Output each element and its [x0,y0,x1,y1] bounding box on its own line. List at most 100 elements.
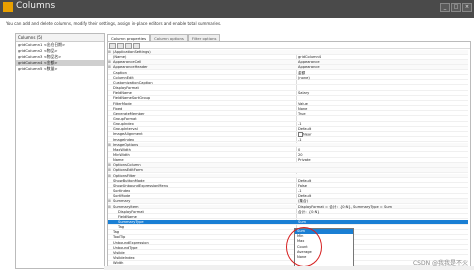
property-row[interactable]: CustomizationCaption [108,81,468,86]
property-row[interactable]: (Name) gridColumn4 [108,55,468,60]
property-value[interactable]: -1 [298,138,466,142]
property-row[interactable]: MinWidth 20 [108,153,468,158]
property-row[interactable]: SortMode Default [108,194,468,199]
property-row[interactable]: ⊞ ImageOptions [108,142,468,148]
property-row[interactable]: FieldName Salary [108,91,468,96]
watermark: CSDN @我我是不火 [412,260,468,267]
property-value[interactable]: True [298,112,466,116]
property-row[interactable]: FieldName [108,215,468,220]
property-name: ColumnEdit [108,76,296,80]
property-row[interactable]: DisplayFormat 合计：{0:N} [108,210,468,215]
property-value[interactable]: 0 [298,148,466,152]
property-row[interactable]: SortIndex -1 [108,189,468,194]
list-item[interactable]: gridColumn5 <数量> [16,66,104,72]
alphabetical-icon[interactable] [117,43,124,49]
property-value-text: Appearance [298,60,320,65]
property-row[interactable]: ⊞ Summary (集合) [108,199,468,204]
tab-filter-options[interactable]: Filter options [187,34,221,41]
property-value[interactable]: Default [298,194,466,198]
property-value[interactable]: Value [298,102,466,106]
property-name-text: GroupIndex [113,122,134,127]
property-row[interactable]: ShowUnboundExpressionMenu False [108,184,468,189]
property-value[interactable]: Appearance [298,65,466,69]
property-row[interactable]: FieldNameSortGroup [108,96,468,101]
property-value-text: DisplayFormat = 合计：{0:N}, SummaryType = … [298,204,393,209]
property-value[interactable]: DisplayFormat = 合计：{0:N}, SummaryType = … [298,205,466,209]
property-value[interactable]: Appearance [298,60,466,64]
property-value[interactable]: (none) [298,76,466,80]
property-row[interactable]: ColumnEdit (none) [108,76,468,81]
property-value[interactable]: -1 [298,122,466,126]
property-name-text: OptionsColumn [113,163,141,168]
properties-icon[interactable] [125,43,132,49]
property-value-text: Private [298,158,311,163]
property-value[interactable]: (集合) [298,199,466,203]
property-name: ImageIndex [108,138,296,142]
property-value[interactable]: Salary [298,91,466,95]
property-row[interactable]: Tag [108,230,468,235]
property-name-text: AppearanceCell [113,60,142,65]
property-value[interactable]: 20 [298,153,466,157]
maximize-button[interactable]: □ [451,3,461,12]
property-row[interactable]: GroupFormat [108,117,468,122]
property-row[interactable]: ShowButtonMode Default [108,179,468,184]
property-value[interactable]: Default [298,179,466,183]
property-row[interactable]: GroupIndex -1 [108,122,468,127]
property-name-text: UnboundExpression [113,240,149,245]
tab-strip: Column properties Column options Filter … [107,34,221,41]
property-row[interactable]: GroupInterval Default [108,127,468,132]
property-name-text: DisplayFormat [118,209,144,214]
property-value[interactable]: None [298,107,466,111]
property-name-text: FilterMode [113,101,132,106]
property-row[interactable]: Fixed None [108,107,468,112]
property-value[interactable]: -1 [298,189,466,193]
property-name: FieldNameSortGroup [108,96,296,100]
columns-list-header: Columns (5) [16,34,104,42]
window-title: Columns [16,1,56,11]
property-row[interactable]: Caption 金额 [108,71,468,76]
property-name-text: ShowUnboundExpressionMenu [113,183,169,188]
tab-column-options[interactable]: Column options [150,34,188,41]
property-row[interactable]: DisplayFormat [108,86,468,91]
property-row[interactable]: ⊞ AppearanceHeader Appearance [108,65,468,71]
property-value[interactable]: Private [298,158,466,162]
property-name: FilterMode [108,102,296,106]
property-name-text: Visible [113,250,125,255]
property-value-text: True [298,111,306,116]
property-name-text: Fixed [113,106,123,111]
property-value[interactable]: Sum [298,220,466,224]
property-value[interactable]: 金额 [298,71,466,75]
property-name-text: ImageIndex [113,137,135,142]
property-row[interactable]: ⊞ (ApplicationSettings) [108,50,468,55]
property-name: MinWidth [108,153,296,157]
property-row[interactable]: SummaryType Sum [108,219,468,225]
property-row[interactable]: FilterMode Value [108,102,468,107]
property-row[interactable]: ⊞ OptionsFilter [108,173,468,179]
property-row[interactable]: ⊞ OptionsColumn [108,163,468,168]
property-row[interactable]: MaxWidth 0 [108,148,468,153]
property-row[interactable]: Tag [108,225,468,230]
property-value[interactable]: Default [298,127,466,131]
property-name: ShowUnboundExpressionMenu [108,184,296,188]
property-row[interactable]: ⊞ AppearanceCell Appearance [108,60,468,65]
close-button[interactable]: × [462,3,472,12]
property-name-text: GroupFormat [113,116,137,121]
property-row[interactable]: ImageAlignment Near [108,132,468,138]
tab-column-properties[interactable]: Column properties [107,34,151,41]
property-row[interactable]: Name Private [108,158,468,163]
property-name: ShowButtonMode [108,179,296,183]
minimize-button[interactable]: _ [440,3,450,12]
property-value[interactable]: gridColumn4 [298,55,466,59]
property-row[interactable]: ⊞ SummaryItem DisplayFormat = 合计：{0:N}, Su… [108,204,468,210]
property-value-text: 0 [298,147,301,152]
property-name: CustomizationCaption [108,81,296,85]
property-name: Tag [108,230,296,234]
property-name-text: GenerateMember [113,111,145,116]
categorized-icon[interactable] [109,43,116,49]
property-value[interactable]: False [298,184,466,188]
property-value[interactable]: 合计：{0:N} [298,210,466,214]
property-row[interactable]: ⊞ OptionsEditForm [108,168,468,174]
property-row[interactable]: GenerateMember True [108,112,468,117]
property-row[interactable]: ImageIndex -1 [108,138,468,143]
events-icon[interactable] [133,43,140,49]
